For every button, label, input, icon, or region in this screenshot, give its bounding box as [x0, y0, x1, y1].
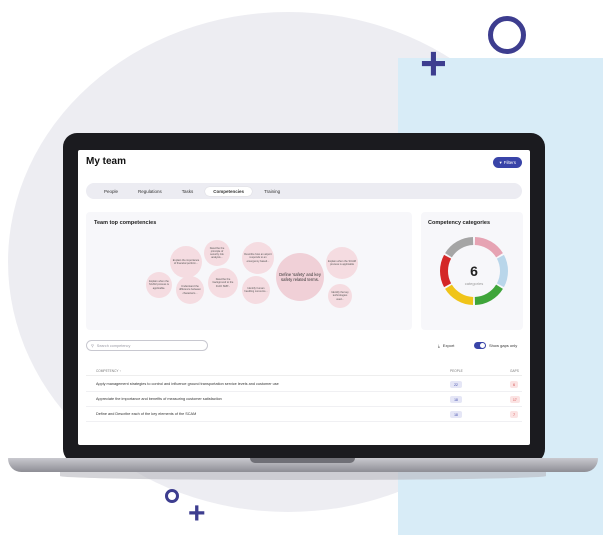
- filter-icon: ▾: [499, 159, 502, 165]
- plus-icon-small: +: [188, 497, 206, 530]
- export-button[interactable]: ⤓ Export: [438, 343, 454, 348]
- tab-people[interactable]: People: [96, 187, 126, 196]
- categories-count-label: categories: [464, 281, 484, 286]
- tab-training[interactable]: Training: [256, 187, 288, 196]
- competency-cell: Define and Describe each of the key elem…: [96, 412, 197, 416]
- filters-button[interactable]: ▾ Filters: [493, 157, 522, 168]
- top-competencies-title: Team top competencies: [94, 220, 157, 226]
- column-header-people[interactable]: PEOPLE: [450, 369, 463, 373]
- people-count-badge: 22: [450, 381, 462, 388]
- gaps-count-badge: 6: [510, 381, 518, 388]
- competency-bubble[interactable]: Identify the key technologies used...: [328, 284, 352, 308]
- competency-bubble[interactable]: Explain when the SCAM process is applica…: [146, 272, 172, 298]
- donut-segment: [474, 284, 503, 305]
- tab-bar: People Regulations Tasks Competencies Tr…: [86, 183, 522, 199]
- people-count-badge: 18: [450, 396, 462, 403]
- app-screen: My team ▾ Filters People Regulations Tas…: [78, 150, 530, 445]
- column-header-gaps[interactable]: GAPS: [510, 369, 519, 373]
- competency-bubble[interactable]: Describe the principle of security risk …: [204, 240, 230, 266]
- table-row[interactable]: Appreciate the importance and benefits o…: [86, 393, 522, 407]
- hero-illustration: + + My team ▾ Filters People Regulations…: [0, 0, 603, 535]
- laptop-shadow: [60, 472, 546, 480]
- gaps-count-badge: 7: [510, 411, 518, 418]
- competency-cell: Apply management strategies to control a…: [96, 382, 279, 386]
- plus-icon: +: [420, 37, 447, 89]
- table-row[interactable]: Apply management strategies to control a…: [86, 378, 522, 392]
- competency-categories-title: Competency categories: [428, 220, 491, 226]
- show-gaps-label: Show gaps only: [489, 343, 518, 348]
- categories-count: 6: [470, 263, 478, 279]
- competency-bubble[interactable]: Understand the difference between charac…: [176, 276, 204, 304]
- donut-segment: [445, 284, 474, 305]
- competency-bubble[interactable]: Describe how an airport responds to an e…: [242, 242, 274, 274]
- tab-tasks[interactable]: Tasks: [174, 187, 202, 196]
- circle-icon: [488, 16, 526, 54]
- competency-bubble[interactable]: Explain when the SCAM process is applica…: [326, 247, 358, 279]
- donut-segment: [474, 237, 503, 258]
- search-icon: ⚲: [91, 344, 94, 348]
- table-header: COMPETENCY ↑ PEOPLE GAPS: [86, 367, 522, 376]
- table-row[interactable]: Define and Describe each of the key elem…: [86, 408, 522, 422]
- competency-bubble[interactable]: Explain the importance of financial perf…: [170, 246, 202, 278]
- search-placeholder: Search competency: [96, 343, 131, 348]
- search-input[interactable]: ⚲ Search competency: [86, 340, 208, 351]
- competency-bubble[interactable]: Define 'safety' and key safety related t…: [276, 253, 324, 301]
- competency-cell: Appreciate the importance and benefits o…: [96, 397, 222, 401]
- tab-competencies[interactable]: Competencies: [205, 186, 253, 196]
- circle-icon-small: [165, 489, 179, 503]
- competency-bubble[interactable]: Identify human handling concerns...: [242, 276, 270, 304]
- competency-bubble[interactable]: Describe the background to the ICAO SMP.…: [208, 268, 238, 298]
- column-header-competency[interactable]: COMPETENCY ↑: [96, 369, 121, 373]
- people-count-badge: 18: [450, 411, 462, 418]
- page-title: My team: [86, 156, 127, 167]
- laptop-notch: [250, 458, 355, 463]
- filters-label: Filters: [503, 160, 516, 165]
- donut-segment: [445, 237, 474, 258]
- export-label: Export: [442, 343, 455, 348]
- tab-regulations[interactable]: Regulations: [130, 187, 170, 196]
- download-icon: ⤓: [438, 343, 440, 348]
- show-gaps-toggle[interactable]: [474, 342, 486, 349]
- gaps-count-badge: 17: [510, 396, 520, 403]
